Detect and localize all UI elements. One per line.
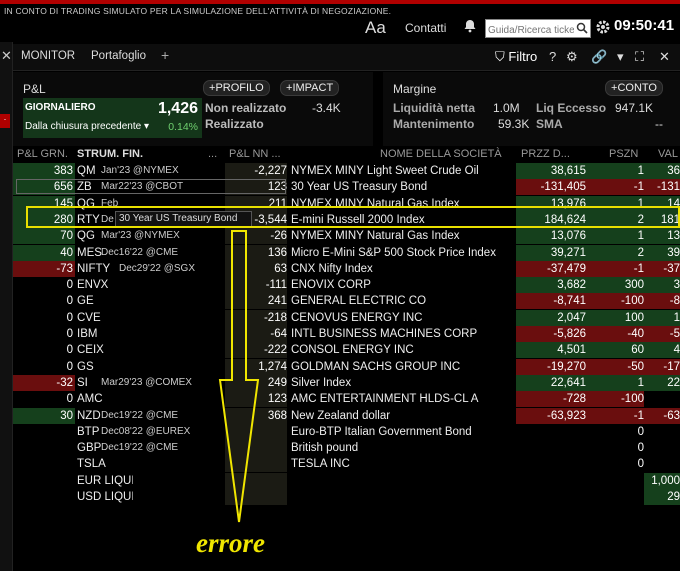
error-annotation: errore [196,528,265,558]
annotation-arrow [218,230,260,523]
